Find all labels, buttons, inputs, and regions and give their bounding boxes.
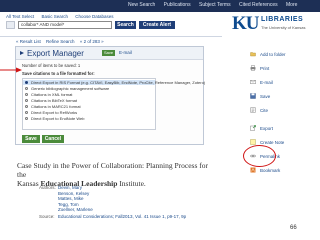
cancel-button[interactable]: Cancel	[42, 135, 64, 143]
refine-search-link[interactable]: Refine Search	[46, 39, 75, 44]
search-area: All Text Select Basic Search Choose Data…	[0, 13, 222, 35]
ku-libraries-logo: KU LIBRARIES The University of Kansas	[232, 13, 316, 35]
top-nav-bar: New Search Publications Subject Terms Ci…	[0, 0, 320, 12]
red-arrow-icon	[0, 67, 22, 73]
tool-print[interactable]: Print	[250, 64, 310, 73]
search-links: All Text Select Basic Search Choose Data…	[6, 14, 120, 19]
nav-new-search[interactable]: New Search	[128, 2, 155, 8]
search-field-icon	[6, 21, 15, 29]
nav-subject-terms[interactable]: Subject Terms	[199, 2, 231, 8]
collapse-arrow-icon[interactable]	[19, 50, 25, 56]
radio-icon[interactable]	[25, 99, 28, 103]
export-manager-header: Export Manager Save E-mail	[16, 47, 203, 60]
format-option-bibtex[interactable]: Citations in BibTeX format	[23, 98, 155, 104]
save-icon	[250, 93, 256, 99]
author-link[interactable]: Benson, Kelsey	[58, 191, 89, 196]
save-button[interactable]: Save	[22, 135, 40, 143]
format-option-xml[interactable]: Citations in XML format	[23, 92, 155, 98]
link-choose-databases[interactable]: Choose Databases	[75, 14, 113, 19]
source-label: Source:	[39, 214, 55, 219]
tool-cite[interactable]: Cite	[250, 106, 310, 115]
save-badge[interactable]: Save	[102, 50, 115, 56]
tool-add-to-folder[interactable]: Add to folder	[250, 50, 310, 59]
format-options: Direct Export in RIS Format (e.g. CITAVI…	[22, 78, 205, 130]
radio-icon[interactable]	[25, 111, 28, 115]
link-all-text[interactable]: All Text Select	[6, 14, 34, 19]
result-position[interactable]: « 2 of 283 »	[80, 39, 104, 44]
format-option-refworks[interactable]: Direct Export to RefWorks	[23, 110, 155, 116]
export-manager-title: Export Manager	[27, 49, 84, 58]
email-icon	[250, 80, 256, 84]
logo-ku: KU	[232, 13, 259, 34]
export-highlight-circle	[243, 145, 276, 167]
radio-icon[interactable]	[25, 105, 28, 109]
nav-publications[interactable]: Publications	[164, 2, 191, 8]
nav-cited-references[interactable]: Cited References	[239, 2, 278, 8]
format-heading: Save citations to a file formatted for:	[22, 71, 95, 76]
author-link[interactable]: Devin, Mary	[58, 185, 82, 190]
tool-email[interactable]: E-mail	[250, 78, 310, 87]
tool-save[interactable]: Save	[250, 92, 310, 101]
author-link[interactable]: Tegg, Tom	[58, 202, 79, 207]
create-alert-button[interactable]: Create Alert	[139, 21, 175, 29]
logo-university: The University of Kansas	[261, 25, 306, 30]
export-icon	[250, 125, 256, 131]
article-title[interactable]: Case Study in the Power of Collaboration…	[17, 161, 217, 188]
page-number: 66	[290, 225, 297, 231]
author-link[interactable]: Mattes, Mike	[58, 196, 84, 201]
items-count: Number of items to be saved: 1	[22, 63, 81, 68]
folder-icon	[250, 52, 256, 57]
print-icon	[250, 65, 256, 71]
radio-icon[interactable]	[25, 92, 28, 96]
source-link[interactable]: Educational Considerations; Fall2013, Vo…	[58, 214, 186, 219]
note-icon	[250, 139, 256, 145]
bookmark-icon	[250, 167, 256, 173]
cite-icon	[250, 107, 256, 113]
nav-more[interactable]: More	[286, 2, 297, 8]
search-input[interactable]: collabor* AND model*	[18, 21, 112, 29]
format-option-marc21[interactable]: Citations in MARC21 format	[23, 104, 155, 110]
link-basic-search[interactable]: Basic Search	[41, 14, 68, 19]
tools-sidebar: Add to folder Print E-mail Save Cite Exp…	[250, 50, 310, 200]
author-link[interactable]: Zoellner, Marlene	[58, 207, 93, 212]
format-option-endnote-web[interactable]: Direct Export to EndNote Web	[23, 116, 155, 122]
top-nav-links: New Search Publications Subject Terms Ci…	[128, 2, 304, 8]
export-manager-panel: Export Manager Save E-mail Number of ite…	[15, 46, 205, 145]
results-nav: « Result List Refine Search « 2 of 283 »	[16, 39, 108, 44]
tool-bookmark[interactable]: Bookmark	[250, 166, 310, 175]
result-list-link[interactable]: « Result List	[16, 39, 41, 44]
radio-icon[interactable]	[25, 86, 28, 90]
search-button[interactable]: Search	[115, 21, 136, 29]
radio-selected-icon[interactable]	[25, 80, 28, 84]
email-link[interactable]: E-mail	[119, 50, 132, 55]
format-option-generic[interactable]: Generic bibliographic management softwar…	[23, 86, 155, 92]
radio-icon[interactable]	[25, 117, 28, 121]
header-divider	[0, 36, 222, 37]
tool-export[interactable]: Export	[250, 124, 310, 133]
format-option-ris[interactable]: Direct Export in RIS Format (e.g. CITAVI…	[23, 79, 205, 86]
authors-label: Authors:	[39, 185, 56, 190]
logo-libraries: LIBRARIES	[261, 16, 304, 23]
